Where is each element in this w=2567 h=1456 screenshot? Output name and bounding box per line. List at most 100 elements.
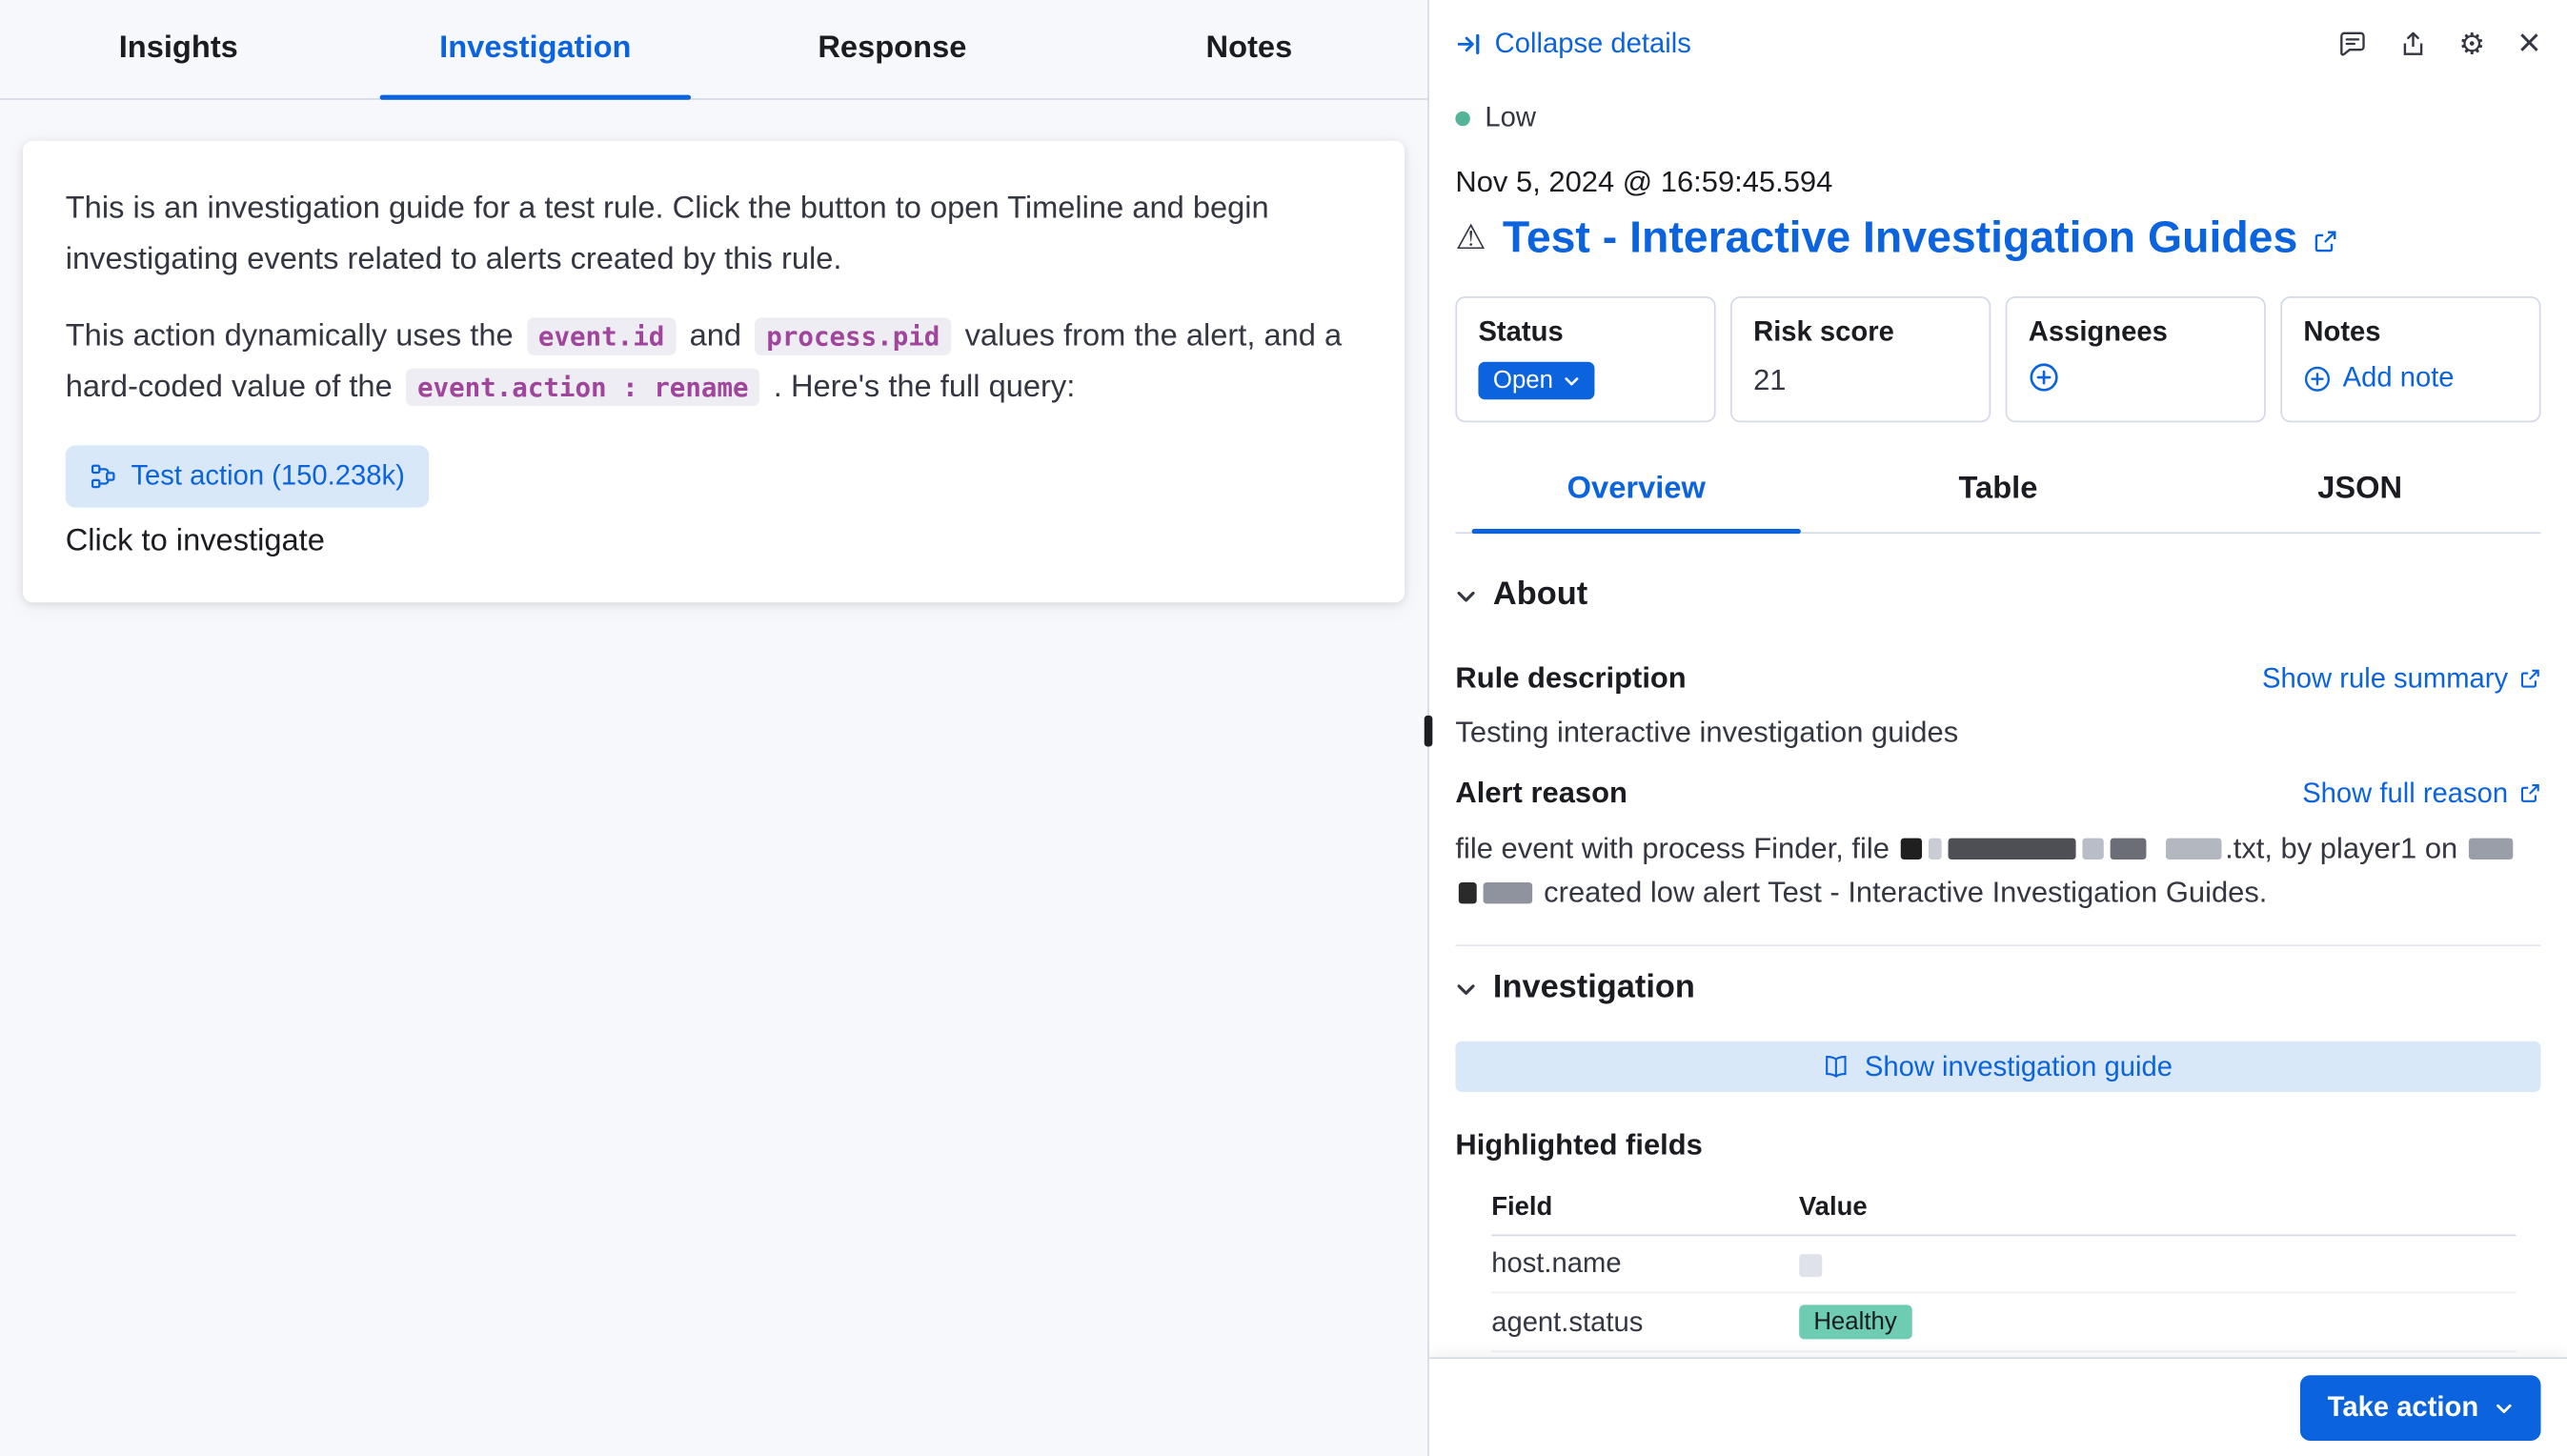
alert-timestamp: Nov 5, 2024 @ 16:59:45.594 [1455,166,2540,200]
guide-paragraph-2: This action dynamically uses the event.i… [66,311,1363,413]
field-cell-agent-status: agent.status [1491,1292,1799,1351]
investigation-section-toggle[interactable]: Investigation [1455,969,1694,1007]
comments-button[interactable] [2337,30,2367,59]
test-action-button[interactable]: Test action (150.238k) [66,445,430,507]
column-header-field: Field [1491,1182,1799,1235]
flyout-tab-bar: Overview Table JSON [1455,450,2540,534]
risk-score-value: 21 [1753,363,1968,397]
status-card: Status Open [1455,296,1715,422]
rule-description-label: Rule description [1455,661,1686,696]
redacted-text [1459,882,1477,903]
panel-resize-handle[interactable] [1425,716,1433,747]
collapse-details-label: Collapse details [1495,28,1691,60]
show-investigation-guide-button[interactable]: Show investigation guide [1455,1041,2540,1092]
show-rule-summary-link[interactable]: Show rule summary [2262,662,2540,695]
investigation-heading: Investigation [1493,969,1695,1007]
assignees-label: Assignees [2029,316,2243,349]
show-rule-summary-label: Show rule summary [2262,662,2508,695]
chevron-down-icon [1455,586,1476,607]
plus-circle-icon [2029,362,2060,394]
gear-icon: ⚙ [2458,30,2485,59]
alert-reason-text: file event with process Finder, file .tx… [1455,827,2540,916]
notes-card: Notes Add note [2280,296,2540,422]
alert-title-row: ⚠ Test - Interactive Investigation Guide… [1455,212,2540,263]
redacted-text [2111,839,2147,859]
alert-details-flyout: Collapse details [1429,0,2567,1456]
summary-cards-row: Status Open Risk score 21 Assignees [1455,296,2540,422]
flyout-header: Collapse details [1429,0,2567,69]
reason-pre: file event with process Finder, file [1455,832,1897,864]
section-divider [1455,944,2540,946]
flyout-footer: Take action [1429,1357,2567,1456]
severity-dot-icon [1455,111,1469,125]
tab-json[interactable]: JSON [2179,450,2541,532]
alert-reason-label: Alert reason [1455,776,1627,810]
status-label: Status [1478,316,1692,349]
warning-icon: ⚠ [1455,221,1486,255]
plus-circle-icon [2303,364,2331,392]
reason-mid: .txt, by player1 on [2225,832,2466,864]
external-link-icon [2314,230,2338,254]
timeline-icon [90,463,115,489]
tab-notes[interactable]: Notes [1071,0,1428,98]
tab-response[interactable]: Response [714,0,1071,98]
tab-investigation[interactable]: Investigation [357,0,715,98]
assignees-card: Assignees [2006,296,2266,422]
show-full-reason-link[interactable]: Show full reason [2302,777,2540,809]
chevron-down-icon [1455,979,1476,1000]
flyout-header-icons: ⚙ × [2337,30,2540,59]
column-header-value: Value [1799,1182,2516,1235]
risk-score-label: Risk score [1753,316,1968,349]
tab-table[interactable]: Table [1817,450,2179,532]
show-investigation-guide-label: Show investigation guide [1865,1050,2173,1082]
collapse-details-button[interactable]: Collapse details [1455,28,1690,60]
investigation-guide-card: This is an investigation guide for a tes… [23,141,1405,603]
inline-code-event-id: event.id [527,317,676,355]
show-full-reason-label: Show full reason [2302,777,2508,809]
alert-detail-left-panel: Insights Investigation Response Notes Th… [0,0,1429,1456]
add-note-label: Add note [2343,362,2455,394]
close-icon: × [2517,31,2540,57]
alert-title-link[interactable]: Test - Interactive Investigation Guides [1503,212,2297,263]
inline-code-event-action-rename: event.action : rename [406,369,760,407]
highlighted-fields-title: Highlighted fields [1455,1128,2540,1163]
left-tab-bar: Insights Investigation Response Notes [0,0,1427,100]
highlighted-fields-table: Field Value host.name agent.status Healt… [1455,1182,2540,1352]
notes-label: Notes [2303,316,2517,349]
guide-p2-mid1: and [680,319,750,354]
redacted-text [2083,839,2104,859]
settings-button[interactable]: ⚙ [2458,30,2485,59]
severity-badge: Low [1455,102,2540,134]
chevron-down-icon [2495,1399,2513,1417]
tab-insights[interactable]: Insights [0,0,357,98]
status-open-dropdown[interactable]: Open [1478,362,1593,400]
about-heading: About [1493,576,1587,615]
guide-caption: Click to investigate [66,524,1363,560]
rule-description-row: Rule description Show rule summary [1455,661,2540,696]
book-icon [1824,1054,1849,1079]
guide-p2-post: . Here's the full query: [765,370,1076,404]
take-action-label: Take action [2328,1391,2479,1424]
rule-description-text: Testing interactive investigation guides [1455,716,2540,750]
share-button[interactable] [2399,31,2425,57]
close-flyout-button[interactable]: × [2517,31,2540,57]
field-cell-host-name: host.name [1491,1235,1799,1292]
collapse-icon [1455,31,1481,57]
table-row: agent.status Healthy [1491,1292,2516,1351]
guide-p2-pre: This action dynamically uses the [66,319,522,354]
external-link-icon [2519,668,2540,689]
table-row: host.name [1491,1235,2516,1292]
redacted-text [1901,839,1922,859]
status-value: Open [1493,367,1553,394]
flyout-body: Low Nov 5, 2024 @ 16:59:45.594 ⚠ Test - … [1429,69,2567,1357]
comment-icon [2337,30,2367,59]
tab-overview[interactable]: Overview [1455,450,1817,532]
add-assignee-button[interactable] [2029,362,2060,394]
inline-code-process-pid: process.pid [755,317,951,355]
add-note-button[interactable]: Add note [2303,362,2454,394]
take-action-button[interactable]: Take action [2299,1375,2540,1441]
about-section-toggle[interactable]: About [1455,576,1587,615]
value-cell-agent-status: Healthy [1799,1292,2516,1351]
redacted-text [1929,839,1942,859]
severity-label: Low [1485,102,1536,134]
